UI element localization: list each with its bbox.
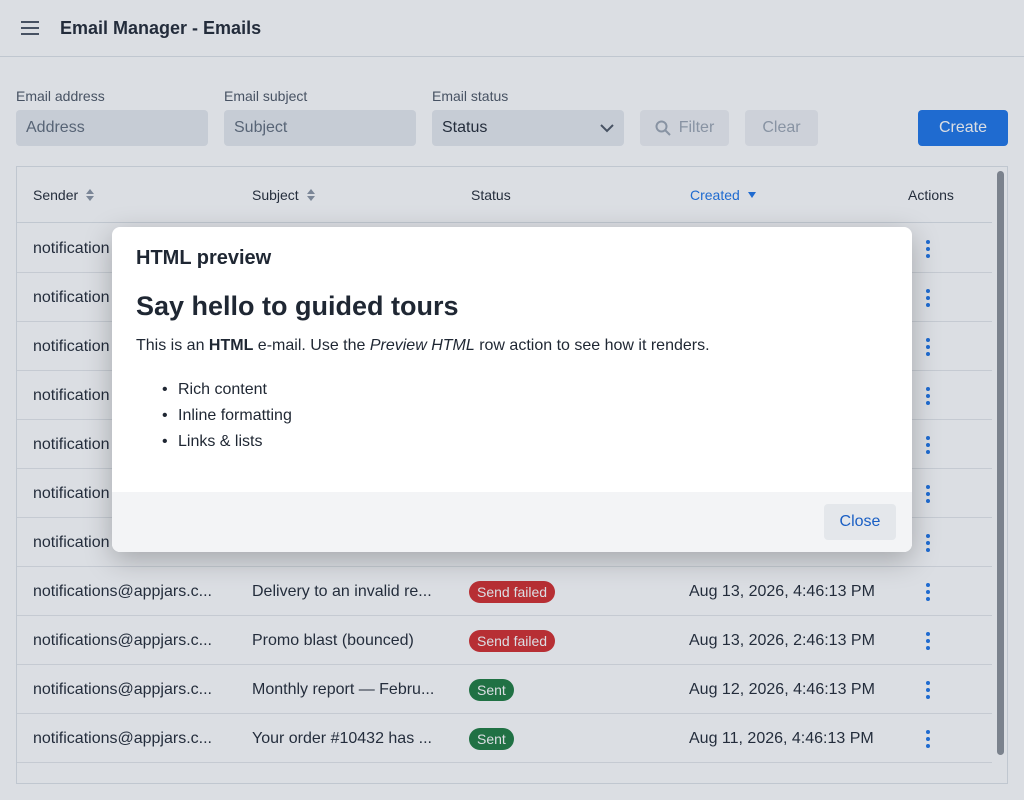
- paragraph-text: This is an: [136, 337, 209, 354]
- paragraph-text: e-mail. Use the: [253, 337, 370, 354]
- paragraph-text: row action to see how it renders.: [474, 337, 710, 354]
- close-button[interactable]: Close: [824, 504, 896, 540]
- paragraph-bold: HTML: [208, 337, 254, 354]
- email-list: Rich content Inline formatting Links & l…: [160, 377, 292, 455]
- email-paragraph: This is an HTML e-mail. Use the Preview …: [136, 337, 710, 355]
- list-item: Links & lists: [160, 429, 292, 455]
- list-item: Inline formatting: [160, 403, 292, 429]
- dialog-title: HTML preview: [136, 247, 272, 269]
- dialog-footer: Close: [112, 492, 912, 552]
- email-heading: Say hello to guided tours: [136, 291, 459, 321]
- paragraph-italic: Preview HTML: [369, 337, 475, 354]
- list-item: Rich content: [160, 377, 292, 403]
- html-preview-dialog: HTML preview Say hello to guided tours T…: [112, 227, 912, 552]
